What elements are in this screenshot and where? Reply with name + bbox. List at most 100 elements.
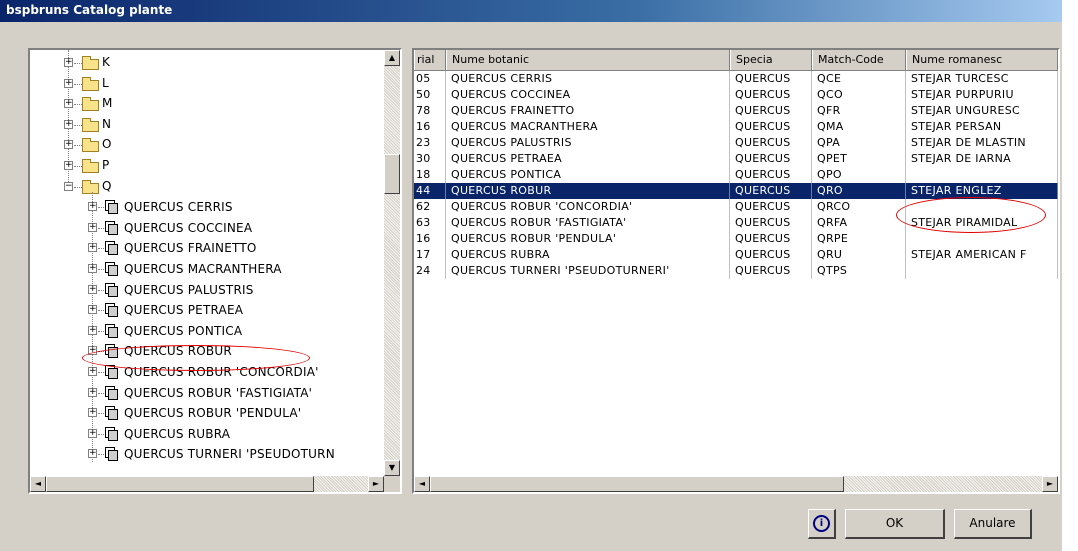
tree-item-label: QUERCUS FRAINETTO (124, 241, 257, 256)
tree-folder-p[interactable]: + P (64, 157, 364, 175)
expand-icon[interactable]: + (64, 119, 73, 129)
table-row[interactable]: 17 QUERCUS RUBRA QUERCUS QRU STEJAR AMERICAN… (414, 247, 1058, 263)
expand-icon[interactable]: + (64, 58, 73, 67)
cell-nume-botanic: QUERCUS ROBUR (446, 183, 730, 199)
expand-icon[interactable]: + (88, 325, 97, 335)
column-header-specia[interactable]: Specia (730, 50, 812, 70)
cell-match-code: QTPS (812, 263, 906, 279)
tree-item[interactable]: + QUERCUS ROBUR 'FASTIGIATA' (88, 384, 382, 402)
tree-scroll-left-button[interactable]: ◄ (30, 476, 46, 492)
tree-scroll-down-button[interactable]: ▼ (384, 460, 400, 476)
cell-specia: QUERCUS (730, 247, 812, 263)
column-header-nume-botanic[interactable]: Nume botanic (446, 50, 730, 70)
table-row[interactable]: 05 QUERCUS CERRIS QUERCUS QCE STEJAR TURCESC (414, 71, 1058, 87)
tree-item[interactable]: + QUERCUS PALUSTRIS (88, 281, 382, 299)
tree-item[interactable]: + QUERCUS MACRANTHERA (88, 260, 382, 278)
tree-item[interactable]: + QUERCUS RUBRA (88, 425, 382, 443)
expand-icon[interactable]: + (88, 264, 97, 273)
tree-folder-l[interactable]: + L (64, 75, 364, 93)
expand-icon[interactable]: + (88, 305, 97, 315)
collapse-icon[interactable]: − (64, 181, 73, 191)
tree-folder-o[interactable]: + O (64, 136, 364, 154)
expand-icon[interactable]: + (64, 140, 73, 150)
tree-item[interactable]: + QUERCUS ROBUR 'CONCORDIA' (88, 363, 382, 381)
table-row[interactable]: 30 QUERCUS PETRAEA QUERCUS QPET STEJAR DE IA… (414, 151, 1058, 167)
tree-folder-m[interactable]: + M (64, 95, 364, 113)
tree-folder-q[interactable]: − Q (64, 178, 364, 196)
table-row[interactable]: 24 QUERCUS TURNERI 'PSEUDOTURNERI' QUERCUS… (414, 263, 1058, 279)
tree-folder-n[interactable]: + N (64, 116, 364, 134)
tree-item-label: QUERCUS MACRANTHERA (124, 262, 282, 276)
folder-icon (82, 159, 99, 173)
plant-grid[interactable]: rial Nume botanic Specia Match-Code Nume… (412, 48, 1060, 494)
tree-item[interactable]: + QUERCUS ROBUR (88, 342, 382, 360)
table-row[interactable]: 62 QUERCUS ROBUR 'CONCORDIA' QUERCUS QRCO (414, 199, 1058, 215)
column-header-nume-romanesc[interactable]: Nume romanesc (906, 50, 1058, 70)
cell-nume-romanesc (906, 231, 1058, 247)
tree-item[interactable]: + QUERCUS PONTICA (88, 322, 382, 340)
cell-specia: QUERCUS (730, 183, 812, 199)
cancel-button[interactable]: Anulare (954, 509, 1032, 539)
table-row[interactable]: 16 QUERCUS ROBUR 'PENDULA' QUERCUS QRPE (414, 231, 1058, 247)
tree-scroll-right-button[interactable]: ► (368, 476, 384, 492)
expand-icon[interactable]: + (88, 387, 97, 397)
tree-item[interactable]: + QUERCUS COCCINEA (88, 219, 382, 237)
tree-folder-k[interactable]: + K (64, 54, 364, 72)
cell-nume-romanesc (906, 167, 1058, 183)
expand-icon[interactable]: + (64, 78, 73, 88)
tree-item[interactable]: + QUERCUS PETRAEA (88, 301, 382, 319)
column-header-match-code[interactable]: Match-Code (812, 50, 906, 70)
table-row[interactable]: 18 QUERCUS PONTICA QUERCUS QPO (414, 167, 1058, 183)
plant-tree[interactable]: + K + L + M + N + O + P − Q + QUERCUS CERRIS + QUERCUS CO… (28, 48, 402, 494)
table-row-selected[interactable]: 44 QUERCUS ROBUR QUERCUS QRO STEJAR ENGLEZ (414, 183, 1058, 199)
tree-dotted-line (74, 124, 82, 126)
tree-dotted-line (98, 310, 104, 312)
cell-specia: QUERCUS (730, 135, 812, 151)
expand-icon[interactable]: + (88, 428, 97, 438)
window-title: bspbruns Catalog plante (6, 3, 173, 17)
cell-match-code: QRCO (812, 199, 906, 215)
table-row[interactable]: 16 QUERCUS MACRANTHERA QUERCUS QMA STEJAR PE… (414, 119, 1058, 135)
expand-icon[interactable]: + (64, 161, 73, 170)
grid-hscroll-thumb[interactable] (430, 476, 844, 492)
tree-vertical-scrollbar[interactable] (384, 50, 400, 476)
tree-item[interactable]: + QUERCUS ROBUR 'PENDULA' (88, 404, 382, 422)
expand-icon[interactable]: + (88, 284, 97, 294)
grid-scroll-left-button[interactable]: ◄ (414, 476, 430, 492)
table-row[interactable]: 78 QUERCUS FRAINETTO QUERCUS QFR STEJAR UNGU… (414, 103, 1058, 119)
plant-records-icon (105, 200, 119, 215)
expand-icon[interactable]: + (88, 222, 97, 232)
expand-icon[interactable]: + (64, 99, 73, 109)
tree-item-label: QUERCUS PETRAEA (124, 303, 244, 318)
tree-item[interactable]: + QUERCUS TURNERI 'PSEUDOTURN (88, 445, 382, 463)
cell-nume-botanic: QUERCUS TURNERI 'PSEUDOTURNERI' (446, 263, 730, 279)
tree-scroll-thumb[interactable] (384, 154, 400, 194)
tree-dotted-line (74, 145, 82, 147)
folder-icon (82, 97, 99, 112)
grid-scroll-right-button[interactable]: ► (1042, 476, 1058, 492)
expand-icon[interactable]: + (88, 408, 97, 418)
cell-rial: 18 (414, 167, 446, 183)
tree-dotted-line (98, 433, 104, 435)
tree-item[interactable]: + QUERCUS CERRIS (88, 198, 382, 216)
tree-dotted-line (98, 351, 104, 353)
expand-icon[interactable]: + (88, 449, 97, 459)
expand-icon[interactable]: + (88, 367, 97, 376)
tree-item-label: QUERCUS TURNERI 'PSEUDOTURN (124, 447, 335, 462)
expand-icon[interactable]: + (88, 346, 97, 356)
table-row[interactable]: 23 QUERCUS PALUSTRIS QUERCUS QPA STEJAR DE M… (414, 135, 1058, 151)
ok-button[interactable]: OK (845, 509, 945, 539)
tree-dotted-line (74, 83, 82, 85)
table-row[interactable]: 50 QUERCUS COCCINEA QUERCUS QCO STEJAR PURPU… (414, 87, 1058, 103)
cell-nume-romanesc: STEJAR AMERICAN F (906, 247, 1058, 263)
info-button[interactable]: i (808, 509, 836, 539)
tree-item[interactable]: + QUERCUS FRAINETTO (88, 239, 382, 257)
expand-icon[interactable]: + (88, 202, 97, 212)
table-row[interactable]: 63 QUERCUS ROBUR 'FASTIGIATA' QUERCUS QRFA S… (414, 215, 1058, 231)
cell-rial: 50 (414, 87, 446, 103)
expand-icon[interactable]: + (88, 243, 97, 253)
scroll-right-icon: ► (372, 479, 380, 488)
tree-hscroll-thumb[interactable] (46, 476, 314, 492)
tree-scroll-up-button[interactable]: ▲ (384, 50, 400, 66)
column-header-rial[interactable]: rial (414, 50, 446, 70)
